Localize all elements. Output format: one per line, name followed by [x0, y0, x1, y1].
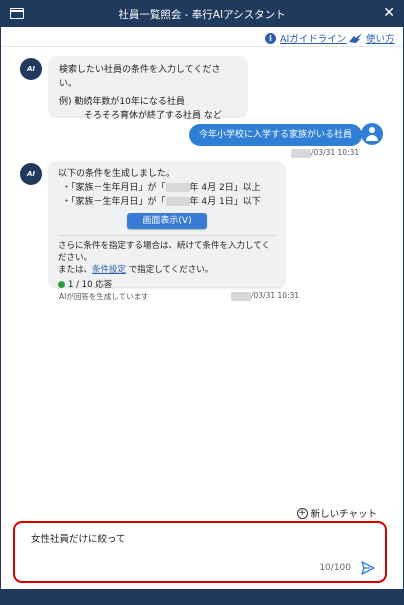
chat-input-text[interactable]: 女性社員だけに絞って: [31, 531, 126, 545]
masked-year: [165, 197, 190, 206]
title-bar: 社員一覧照会 - 奉行AIアシスタント ✕: [1, 1, 403, 27]
ai-message: 検索したい社員の条件を入力してください。 例) 勤続年数が10年になる社員 そろ…: [49, 56, 247, 121]
ai-message-line: そろそろ育休が終了する社員 など: [84, 111, 222, 121]
ai-message-line: 検索したい社員の条件を入力してください。: [59, 65, 221, 89]
status-bar: [1, 589, 403, 605]
ai-note: または、条件設定 で指定してください。: [58, 264, 276, 276]
generating-status: AIが回答を生成しています: [59, 292, 149, 301]
window-title: 社員一覧照会 - 奉行AIアシスタント: [118, 9, 286, 21]
ai-guideline-link[interactable]: i AIガイドライン: [265, 31, 346, 45]
masked-year: [291, 148, 311, 158]
masked-year: [165, 183, 190, 192]
ai-message: 以下の条件を生成しました。 ・「家族－生年月日」が「 年 4月 2日」以上 ・「家…: [49, 161, 285, 290]
condition-text: 年 4月 2日」以上: [189, 183, 261, 193]
toolbar: i AIガイドライン 使い方: [1, 27, 403, 47]
condition-text: ・「家族－生年月日」が「: [62, 183, 166, 193]
ai-avatar-icon: AI: [20, 58, 42, 80]
user-message-timestamp: /03/31 10:31: [291, 148, 359, 158]
app-window: 社員一覧照会 - 奉行AIアシスタント ✕ i AIガイドライン 使い方 AI …: [0, 0, 404, 605]
chat-input[interactable]: 女性社員だけに絞って 10/100: [13, 521, 387, 583]
condition-line: ・「家族－生年月日」が「 年 4月 2日」以上: [58, 181, 276, 195]
condition-text: 年 4月 1日」以下: [189, 197, 261, 207]
response-count-text: 1 / 10 応答: [68, 280, 113, 290]
condition-settings-link[interactable]: 条件設定: [92, 265, 126, 275]
howto-label: 使い方: [366, 34, 395, 45]
timestamp-text: /03/31 10:31: [311, 148, 360, 157]
new-chat-label: 新しいチャット: [310, 509, 377, 520]
ai-avatar-icon: AI: [20, 163, 42, 185]
char-count: 10/100: [319, 563, 351, 573]
divider: [58, 235, 276, 236]
ai-message-timestamp: /03/31 10:31: [231, 291, 299, 301]
timestamp-text: /03/31 10:31: [251, 291, 300, 300]
note-text: または、: [58, 265, 93, 275]
masked-year: [231, 291, 251, 301]
status-dot-icon: [58, 281, 65, 288]
close-icon[interactable]: ✕: [383, 5, 395, 21]
info-icon: i: [265, 32, 276, 44]
ai-message-line: 以下の条件を生成しました。: [58, 169, 176, 179]
ai-note: さらに条件を指定する場合は、続けて条件を入力してください。: [58, 241, 270, 263]
howto-link[interactable]: 使い方: [349, 31, 395, 45]
ai-message-line: 例) 勤続年数が10年になる社員: [59, 97, 185, 107]
condition-line: ・「家族－生年月日」が「 年 4月 1日」以下: [58, 195, 276, 209]
ai-guideline-label: AIガイドライン: [280, 34, 347, 45]
response-count: 1 / 10 応答: [58, 278, 276, 292]
condition-text: ・「家族－生年月日」が「: [62, 197, 166, 207]
bird-icon: [349, 33, 362, 43]
plus-circle-icon: +: [296, 507, 308, 519]
note-text: で指定してください。: [126, 265, 214, 275]
user-avatar-icon: [361, 123, 383, 145]
user-message: 今年小学校に入学する家族がいる社員: [189, 124, 363, 146]
new-chat-button[interactable]: + 新しいチャット: [296, 506, 377, 520]
view-screen-button[interactable]: 画面表示(V): [127, 213, 207, 229]
send-icon[interactable]: [361, 561, 375, 575]
